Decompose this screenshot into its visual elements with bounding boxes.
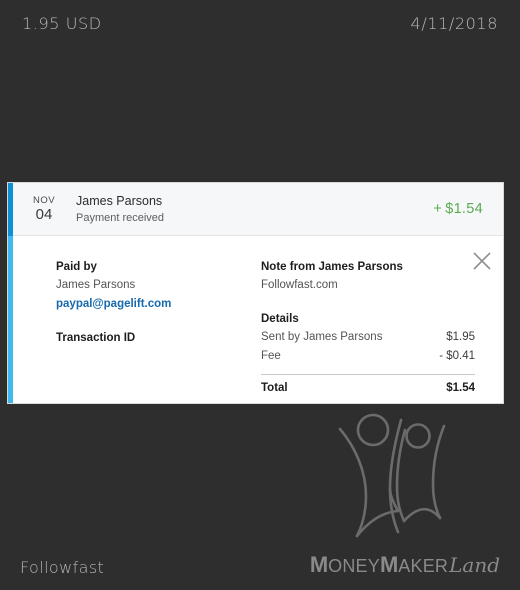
note-and-details-column: Note from James Parsons Followfast.com D…	[261, 258, 483, 403]
detail-row-value: $1.95	[446, 331, 475, 343]
detail-row-label: Sent by James Parsons	[261, 331, 383, 343]
paid-by-name: James Parsons	[56, 279, 136, 291]
paid-by-column: Paid by James Parsons paypal@pagelift.co…	[56, 258, 261, 403]
brand-m1: M	[309, 552, 329, 577]
brand-m2: M	[379, 552, 399, 577]
note-title: Note from James Parsons	[261, 261, 403, 273]
transaction-receipt-card: NOV 04 James Parsons Payment received + $…	[8, 183, 503, 403]
transaction-date-block: NOV 04	[23, 195, 65, 223]
paid-by-email-link[interactable]: paypal@pagelift.com	[56, 295, 171, 313]
brand-oney: ONEY	[328, 556, 380, 576]
detail-row: Sent by James Parsons $1.95	[261, 328, 475, 347]
transaction-amount-label: 1.95 USD	[22, 13, 102, 33]
transaction-header-text: James Parsons Payment received	[76, 193, 433, 226]
amount-sign: +	[433, 201, 443, 217]
transaction-date-day: 04	[35, 206, 53, 223]
transaction-id-title: Transaction ID	[56, 332, 136, 344]
site-name-label: Followfast	[20, 558, 105, 577]
details-title: Details	[261, 313, 299, 325]
column-spacer	[56, 313, 261, 329]
amount-value: $1.54	[445, 201, 483, 217]
transaction-date-label: 4/11/2018	[410, 13, 498, 33]
detail-row-value: - $0.41	[439, 350, 475, 362]
details-divider	[261, 374, 475, 375]
details-total-row: Total $1.54	[261, 382, 475, 394]
transaction-header-row[interactable]: NOV 04 James Parsons Payment received + $…	[13, 183, 503, 236]
moneymakerland-wordmark: M ONEY M AKER Land	[310, 552, 500, 578]
details-total-label: Total	[261, 382, 288, 394]
details-spacer	[261, 294, 475, 310]
moneymakerland-figures-icon	[326, 408, 476, 548]
transaction-status-label: Payment received	[76, 211, 165, 224]
top-summary-bar: 1.95 USD 4/11/2018	[0, 0, 520, 46]
brand-aker: AKER	[398, 556, 449, 576]
transaction-detail-panel: Paid by James Parsons paypal@pagelift.co…	[13, 236, 503, 403]
transaction-payer-name: James Parsons	[76, 193, 163, 208]
paid-by-title: Paid by	[56, 261, 97, 273]
details-total-value: $1.54	[446, 382, 475, 394]
detail-row-label: Fee	[261, 350, 281, 362]
close-icon[interactable]	[471, 250, 493, 272]
note-body: Followfast.com	[261, 279, 338, 291]
brand-land: Land	[449, 553, 500, 577]
detail-row: Fee - $0.41	[261, 347, 475, 366]
transaction-net-amount: + $1.54	[433, 201, 483, 217]
